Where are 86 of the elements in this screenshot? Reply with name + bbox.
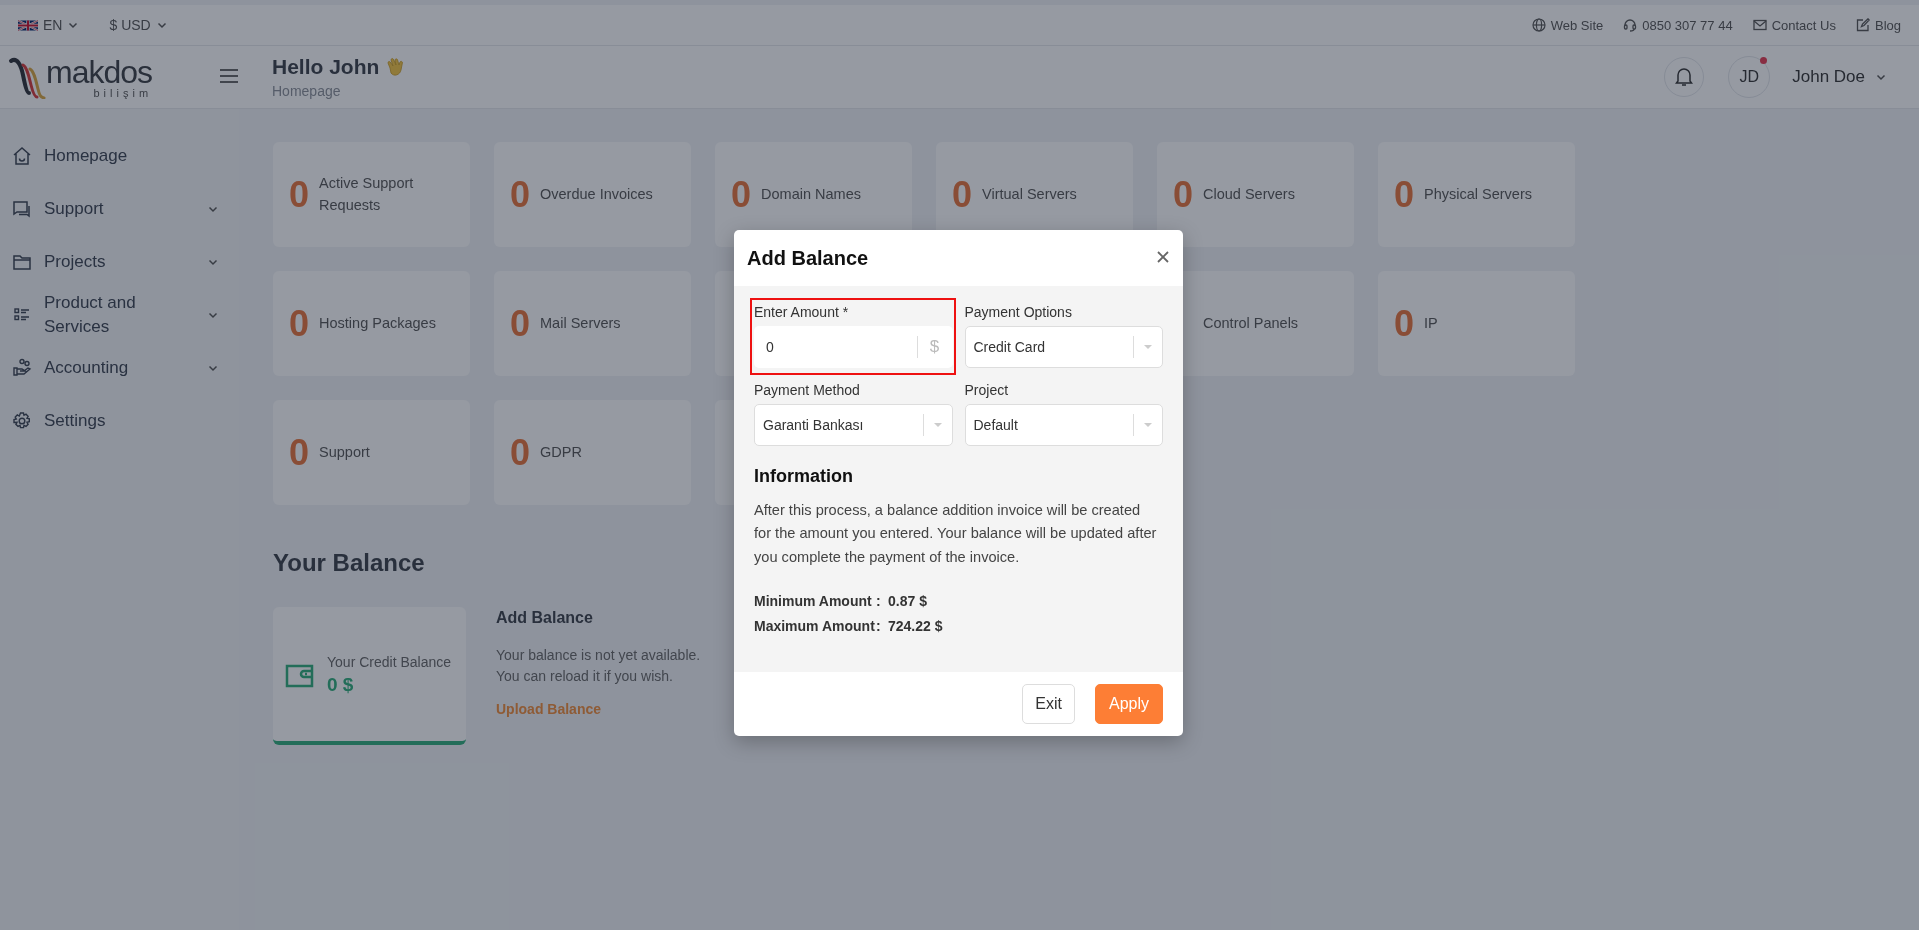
field-label: Enter Amount * bbox=[754, 304, 850, 320]
stat-label: GDPR bbox=[540, 442, 582, 462]
caret-down-icon bbox=[1142, 421, 1154, 429]
balance-label: Your Credit Balance bbox=[327, 653, 451, 673]
notification-button[interactable] bbox=[1664, 57, 1705, 97]
stat-count: 0 bbox=[289, 173, 310, 216]
sidebar-item[interactable]: Homepage bbox=[0, 129, 239, 182]
stat-count: 0 bbox=[510, 173, 531, 216]
stat-label: Domain Names bbox=[761, 184, 861, 204]
uk-flag-icon bbox=[18, 18, 38, 32]
stat-count: 0 bbox=[510, 302, 531, 345]
stat-label: Physical Servers bbox=[1424, 184, 1532, 204]
limit-separator: : bbox=[876, 616, 882, 636]
greeting: Hello John bbox=[272, 55, 380, 79]
stat-label: Support bbox=[319, 442, 370, 462]
top-link[interactable]: 0850 307 77 44 bbox=[1642, 17, 1733, 33]
user-menu[interactable]: John Doe bbox=[1786, 66, 1893, 88]
limit-separator: : bbox=[876, 592, 882, 612]
stat-label: Mail Servers bbox=[540, 313, 621, 333]
logo-name: makdos bbox=[46, 55, 153, 88]
stat-count: 0 bbox=[1173, 173, 1194, 216]
info-title: Information bbox=[754, 466, 854, 487]
bell-icon bbox=[1675, 67, 1694, 87]
field-label: Project bbox=[964, 382, 1010, 398]
home-icon bbox=[12, 145, 32, 166]
field-label: Payment Method bbox=[754, 382, 861, 398]
stat-card[interactable]: 0 Support bbox=[273, 400, 470, 505]
stat-count: 0 bbox=[289, 431, 310, 474]
language-selector[interactable]: EN bbox=[43, 17, 63, 33]
sidebar-item[interactable]: Settings bbox=[0, 394, 239, 447]
stat-label: Virtual Servers bbox=[982, 184, 1077, 204]
hand-coins-icon bbox=[12, 357, 32, 378]
stat-card[interactable]: 0 Overdue Invoices bbox=[494, 142, 691, 247]
currency-selector[interactable]: $ USD bbox=[109, 17, 151, 33]
breadcrumb[interactable]: Homepage bbox=[272, 83, 408, 99]
stat-label: Cloud Servers bbox=[1203, 184, 1295, 204]
limit-label: Maximum Amount bbox=[754, 616, 876, 636]
stat-card[interactable]: 0 Mail Servers bbox=[494, 271, 691, 376]
globe-icon bbox=[1531, 18, 1546, 32]
balance-amount: 0 $ bbox=[327, 673, 355, 696]
stat-card[interactable]: 0 Physical Servers bbox=[1378, 142, 1575, 247]
mail-icon bbox=[1752, 18, 1767, 32]
amount-field[interactable]: 0 $ bbox=[754, 326, 953, 368]
select-field[interactable]: Garanti Bankası bbox=[754, 404, 953, 446]
stat-card[interactable]: 0 Hosting Packages bbox=[273, 271, 470, 376]
headset-icon bbox=[1623, 18, 1638, 32]
edit-icon bbox=[1855, 18, 1870, 32]
top-link[interactable]: Web Site bbox=[1550, 17, 1604, 33]
stat-label: Overdue Invoices bbox=[540, 184, 653, 204]
sidebar-item[interactable]: Projects bbox=[0, 235, 239, 288]
info-text: After this process, a balance addition invoice will be created for the amount you entered. Your balance will be updated after you complete the payment of the invoice. bbox=[754, 501, 1157, 567]
chat-icon bbox=[12, 198, 32, 219]
sidebar-item[interactable]: Product and Services bbox=[0, 288, 239, 341]
exit-button[interactable]: Exit bbox=[1022, 684, 1075, 725]
balance-note: You can reload it if you wish. bbox=[496, 667, 674, 686]
stat-card[interactable]: 0 GDPR bbox=[494, 400, 691, 505]
stat-count: 0 bbox=[289, 302, 310, 345]
select-field[interactable]: Credit Card bbox=[964, 326, 1163, 368]
stat-card[interactable]: 0 Cloud Servers bbox=[1157, 142, 1354, 247]
settings-icon bbox=[12, 410, 32, 431]
stat-label: Active Support Requests bbox=[319, 173, 415, 215]
stat-label: Hosting Packages bbox=[319, 313, 436, 333]
stat-count: 0 bbox=[952, 173, 973, 216]
select-field[interactable]: Default bbox=[964, 404, 1163, 446]
limit-value: 0.87 $ bbox=[888, 592, 927, 612]
add-balance-title: Add Balance bbox=[496, 609, 594, 627]
top-link[interactable]: Contact Us bbox=[1771, 17, 1836, 33]
logo-tagline: bilişim bbox=[93, 87, 153, 99]
sidebar-item[interactable]: Support bbox=[0, 182, 239, 235]
stat-count: 0 bbox=[1394, 302, 1415, 345]
limit-label: Minimum Amount bbox=[754, 592, 873, 612]
apply-button[interactable]: Apply bbox=[1094, 684, 1163, 725]
stat-count: 0 bbox=[1394, 173, 1415, 216]
balance-note: Your balance is not yet available. bbox=[496, 646, 701, 665]
sidebar-item[interactable]: Accounting bbox=[0, 341, 239, 394]
stat-label: IP bbox=[1424, 313, 1438, 333]
dialog-title: Add Balance bbox=[747, 246, 869, 270]
limit-value: 724.22 $ bbox=[888, 616, 943, 636]
caret-down-icon bbox=[1142, 343, 1154, 351]
top-link[interactable]: Blog bbox=[1874, 17, 1901, 33]
section-title: Your Balance bbox=[273, 549, 425, 577]
stat-card[interactable]: 0 IP bbox=[1378, 271, 1575, 376]
stat-label: Control Panels bbox=[1203, 313, 1299, 333]
stat-count: 0 bbox=[510, 431, 531, 474]
stat-count: 0 bbox=[731, 173, 752, 216]
field-label: Payment Options bbox=[964, 304, 1073, 320]
